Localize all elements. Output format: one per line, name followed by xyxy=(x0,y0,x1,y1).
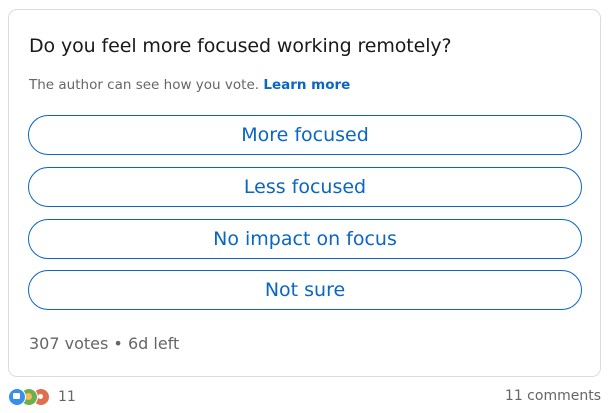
reaction-count: 11 xyxy=(58,389,76,405)
poll-card: Do you feel more focused working remotel… xyxy=(8,9,601,377)
poll-option-less-focused[interactable]: Less focused xyxy=(28,167,582,207)
social-counts-bar: 11 11 comments xyxy=(8,386,601,408)
reactions-summary[interactable]: 11 xyxy=(8,387,76,407)
poll-visibility-text: The author can see how you vote. xyxy=(29,77,260,93)
poll-option-more-focused[interactable]: More focused xyxy=(28,115,582,155)
learn-more-link[interactable]: Learn more xyxy=(263,77,350,93)
poll-question: Do you feel more focused working remotel… xyxy=(29,35,452,57)
poll-meta: 307 votes • 6d left xyxy=(29,334,180,353)
comments-count-link[interactable]: 11 comments xyxy=(505,388,601,404)
like-icon xyxy=(8,388,26,406)
poll-visibility-note: The author can see how you vote. Learn m… xyxy=(29,77,350,93)
poll-option-no-impact[interactable]: No impact on focus xyxy=(28,219,582,259)
poll-option-not-sure[interactable]: Not sure xyxy=(28,270,582,310)
